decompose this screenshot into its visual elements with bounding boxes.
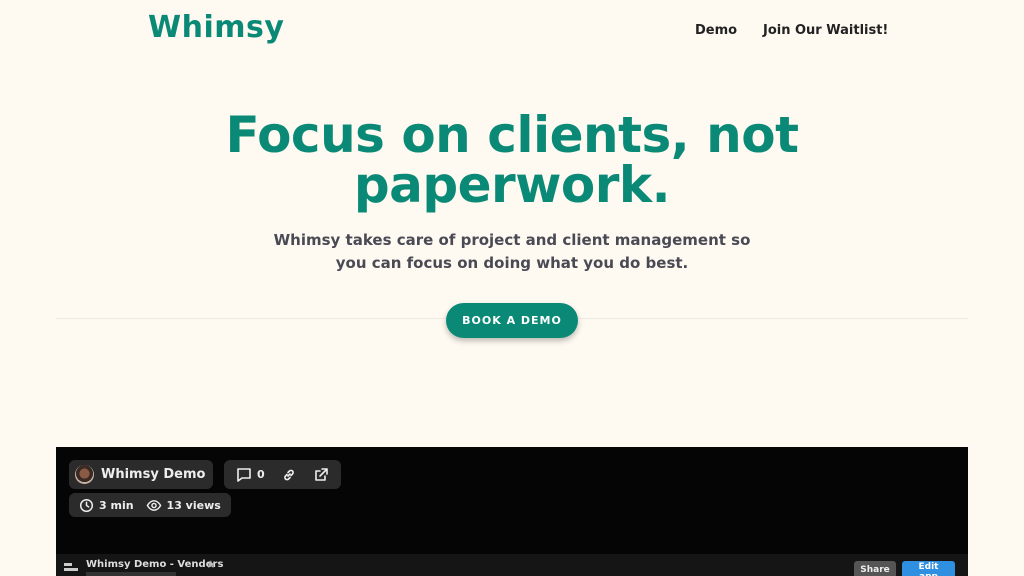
comment-icon: [236, 467, 252, 483]
external-link-icon[interactable]: [313, 467, 329, 483]
video-meta-pill: 3 min 13 views: [69, 493, 231, 517]
star-icon[interactable]: ★: [206, 558, 216, 571]
avatar: [75, 465, 94, 484]
edit-app-button[interactable]: Edit app: [902, 561, 955, 576]
eye-icon: [146, 498, 162, 513]
share-button[interactable]: Share: [854, 561, 896, 576]
duration: 3 min: [79, 498, 134, 513]
demo-video-embed[interactable]: Whimsy Demo 0 3 min 13 views Whimsy Demo…: [56, 447, 968, 576]
duration-text: 3 min: [99, 498, 134, 512]
book-demo-button[interactable]: BOOK A DEMO: [446, 303, 578, 338]
nav-demo-link[interactable]: Demo: [695, 23, 737, 38]
embedded-app-toolbar: Whimsy Demo - Vendors ★ Share Edit app: [56, 554, 968, 576]
clock-icon: [79, 498, 94, 513]
hero-subtitle: Whimsy takes care of project and client …: [0, 229, 1024, 275]
subtitle-line-1: Whimsy takes care of project and client …: [273, 231, 751, 249]
views: 13 views: [146, 498, 221, 513]
nav-waitlist-link[interactable]: Join Our Waitlist!: [763, 23, 888, 38]
app-title: Whimsy Demo - Vendors: [86, 559, 224, 570]
logo[interactable]: Whimsy: [148, 10, 284, 45]
views-text: 13 views: [166, 498, 221, 512]
hero-headline: Focus on clients, not paperwork.: [0, 110, 1024, 210]
video-title-pill[interactable]: Whimsy Demo: [69, 460, 214, 489]
headline-line-2: paperwork.: [353, 156, 671, 214]
subtitle-line-2: you can focus on doing what you do best.: [335, 254, 689, 272]
video-title: Whimsy Demo: [101, 467, 206, 482]
link-icon[interactable]: [281, 467, 297, 483]
app-subtitle-placeholder: [86, 572, 176, 576]
menu-icon[interactable]: [64, 563, 78, 575]
comment-count: 0: [257, 468, 265, 481]
comments-button[interactable]: 0: [236, 467, 265, 483]
headline-line-1: Focus on clients, not: [225, 106, 799, 164]
video-actions-pill: 0: [224, 460, 341, 489]
